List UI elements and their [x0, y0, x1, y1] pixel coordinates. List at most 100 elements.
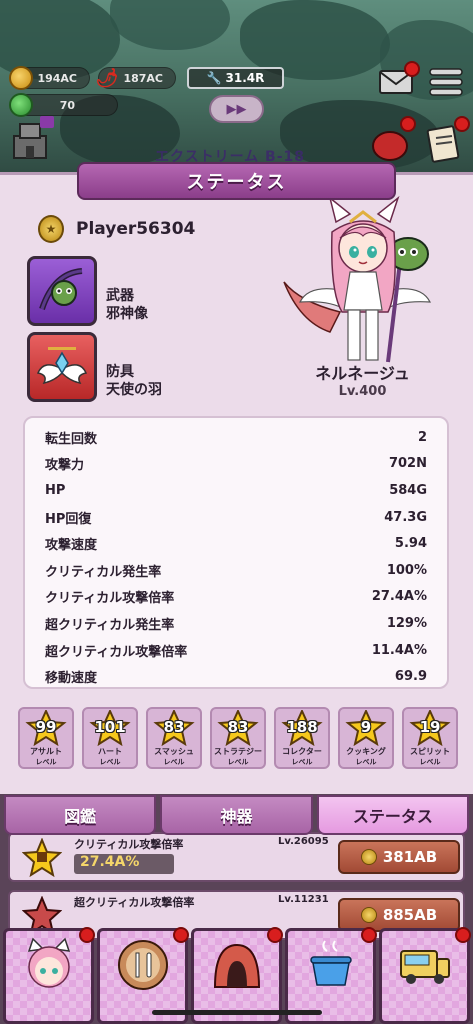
level-badge[interactable]: 99 アサルトレベル	[18, 707, 74, 769]
stat-label: 攻撃力	[45, 458, 85, 474]
tab-encyclopedia[interactable]: 図鑑	[4, 795, 157, 835]
star-icon: 19	[408, 710, 452, 746]
bottom-nav	[0, 922, 473, 1024]
repair-counter[interactable]: 🔧 31.4R	[187, 67, 284, 89]
fast-forward-button[interactable]: ▶▶	[209, 95, 264, 123]
level-name: ハート	[98, 747, 122, 756]
star-icon: 188	[280, 710, 324, 746]
stat-row: 超クリティカル攻撃倍率 11.4A%	[45, 637, 427, 664]
stat-value: 702N	[388, 456, 427, 472]
idol-weapon-icon	[39, 268, 83, 311]
level-value: 9	[360, 718, 372, 736]
notification-dot	[400, 116, 416, 132]
level-sub: レベル	[355, 758, 377, 766]
level-badge[interactable]: 9 クッキングレベル	[338, 707, 394, 769]
game-scene: 194AC 🌶 187AC 70 🔧 31.4R ▶▶ エクストリーム B-18	[0, 0, 473, 175]
stat-row: クリティカル攻撃倍率 27.4A%	[45, 584, 427, 611]
level-badge[interactable]: 188 コレクターレベル	[274, 707, 330, 769]
food-truck-icon	[399, 950, 450, 984]
character-level: Lv.400	[338, 384, 387, 399]
stat-row: HP 584G	[45, 477, 427, 504]
upgrade-title: 超クリティカル攻撃倍率	[74, 896, 195, 909]
armor-slot[interactable]	[27, 332, 97, 402]
level-sub: レベル	[419, 758, 441, 766]
notification-dot	[454, 116, 470, 132]
mail-button[interactable]	[378, 61, 420, 97]
gem-counter: 70	[9, 93, 118, 117]
level-value: 99	[35, 718, 57, 736]
level-badge[interactable]: 101 ハート レベル	[82, 707, 138, 769]
upgrade-level: Lv.11231	[278, 894, 329, 905]
tab-status[interactable]: ステータス	[316, 795, 469, 835]
level-name: アサルト	[30, 747, 62, 756]
level-name: スマッシュ	[154, 747, 194, 756]
stat-value: 47.3G	[384, 509, 427, 525]
stat-value: 129%	[386, 615, 427, 631]
upgrade-level: Lv.26095	[278, 836, 329, 847]
character-portrait-icon	[27, 937, 70, 988]
stat-value: 2	[417, 429, 427, 445]
upgrade-item: クリティカル攻撃倍率 Lv.26095 27.4A% 381AB	[8, 832, 465, 882]
chili-icon: 🌶	[95, 67, 119, 89]
notification-dot	[455, 927, 471, 943]
coin-icon	[9, 66, 33, 90]
bag-button[interactable]	[370, 116, 416, 162]
stat-value: 11.4A%	[371, 642, 427, 658]
tab-artifacts[interactable]: 神器	[160, 795, 313, 835]
fork-knife-icon	[117, 940, 168, 990]
quest-button[interactable]	[424, 116, 470, 164]
stat-value: 584G	[389, 482, 427, 498]
stat-value: 100%	[386, 562, 427, 578]
cave-icon	[213, 943, 260, 988]
level-badge[interactable]: 19 スピリットレベル	[402, 707, 458, 769]
gem-value: 70	[59, 98, 75, 112]
skill-levels: 99 アサルト レベル 101 ハート レベル 83 スマッシュ レベル 83 ストラテジー レベル 1…	[18, 707, 458, 769]
stat-label: 転生回数	[45, 431, 98, 447]
stat-label: HP	[45, 482, 66, 498]
upgrade-value: 27.4A%	[74, 854, 174, 874]
level-sub: レベル	[35, 758, 57, 766]
level-badge[interactable]: 83 ストラテジー レベル	[210, 707, 266, 769]
level-name: コレクター	[282, 747, 322, 756]
stat-row: 攻撃力 702N	[45, 451, 427, 478]
armor-name: 天使の羽	[106, 382, 162, 398]
upgrade-buy-button[interactable]: 381AB	[338, 840, 460, 874]
nav-character-button[interactable]	[3, 927, 95, 1024]
notification-dot	[404, 61, 420, 77]
wrench-icon: 🔧	[206, 71, 222, 85]
star-icon: 83	[152, 710, 196, 746]
level-badge[interactable]: 83 スマッシュレベル	[146, 707, 202, 769]
stat-row: 攻撃速度 5.94	[45, 530, 427, 557]
weapon-slot[interactable]	[27, 256, 97, 326]
menu-button[interactable]	[428, 66, 464, 98]
coin-counter: 194AC	[9, 66, 90, 90]
cooking-pot-icon	[309, 940, 352, 986]
stat-row: HP回復 47.3G	[45, 504, 427, 531]
level-name: スピリット	[410, 747, 450, 756]
stat-row: 移動速度 69.9	[45, 663, 427, 690]
video-badge-icon	[40, 116, 54, 128]
stat-row: 超クリティカル発生率 129%	[45, 610, 427, 637]
character-name: ネルネージュ	[315, 364, 410, 383]
level-value: 188	[286, 718, 318, 736]
level-sub: レベル	[163, 758, 185, 766]
coin-icon	[360, 849, 377, 865]
weapon-name: 邪神像	[106, 306, 148, 322]
coin-icon	[360, 907, 377, 923]
chili-value: 187AC	[123, 71, 163, 85]
hamburger-icon	[429, 68, 463, 96]
star-icon: 99	[24, 710, 68, 746]
level-name: クッキング	[346, 747, 386, 756]
nav-food-truck-button[interactable]	[379, 927, 471, 1024]
panel-tabs: 図鑑 神器 ステータス	[0, 795, 473, 837]
stat-label: 超クリティカル発生率	[45, 617, 175, 633]
stat-label: 攻撃速度	[45, 538, 98, 554]
level-sub: レベル	[291, 758, 313, 766]
upgrade-title: クリティカル攻撃倍率	[74, 838, 184, 851]
weapon-label: 武器	[106, 288, 134, 304]
castle-button[interactable]	[10, 116, 54, 162]
coin-value: 194AC	[37, 71, 77, 85]
upgrade-price: 381AB	[382, 848, 438, 866]
stat-label: HP回復	[45, 511, 92, 527]
repair-value: 31.4R	[225, 71, 265, 85]
